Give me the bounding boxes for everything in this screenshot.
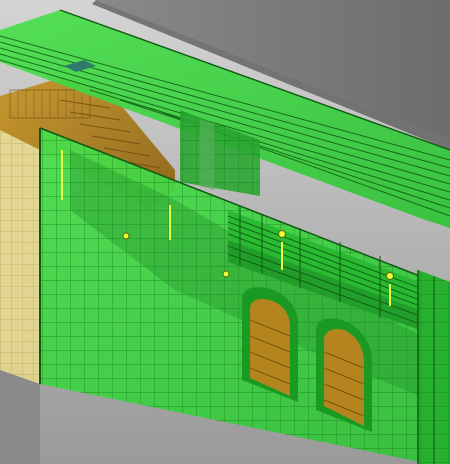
3d-viewport[interactable] [0, 0, 450, 464]
yellow-wall [0, 110, 41, 384]
right-column [417, 270, 450, 464]
bim-model-canvas[interactable] [0, 0, 450, 464]
